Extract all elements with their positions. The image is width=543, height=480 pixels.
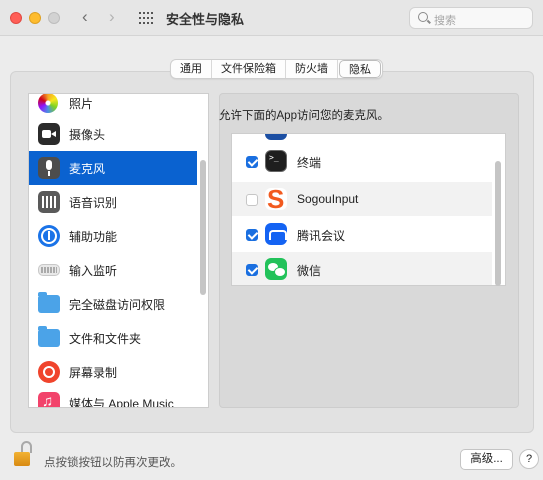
sidebar-item-label: 文件和文件夹: [69, 331, 142, 346]
wechat-icon: [265, 258, 287, 280]
sidebar-item-photos[interactable]: 照片: [29, 94, 197, 120]
partial-app-icon: [265, 134, 287, 140]
app-row-terminal[interactable]: 终端: [232, 144, 492, 178]
sidebar-item-label: 完全磁盘访问权限: [69, 297, 166, 312]
window-title: 安全性与隐私: [166, 12, 245, 27]
permission-description: 允许下面的App访问您的麦克风。: [219, 110, 389, 122]
title-bar: ‹ › 安全性与隐私 搜索: [0, 0, 543, 36]
close-window-button[interactable]: [10, 12, 22, 24]
sidebar-item-label: 摄像头: [69, 127, 106, 142]
camera-icon: [38, 123, 60, 145]
show-all-grid-icon[interactable]: [139, 12, 153, 24]
tab-filevault[interactable]: 文件保险箱: [212, 60, 286, 78]
sidebar-item-accessibility[interactable]: 辅助功能: [29, 219, 197, 253]
screen-recording-icon: [38, 361, 60, 383]
speech-recognition-icon: [38, 191, 60, 213]
sidebar-item-microphone[interactable]: 麦克风: [29, 151, 197, 185]
sidebar-item-label: 屏幕录制: [69, 365, 118, 380]
app-permission-list[interactable]: 终端 SogouInput 腾讯会议 微信: [231, 133, 506, 286]
sidebar-item-camera[interactable]: 摄像头: [29, 117, 197, 151]
search-icon: [418, 12, 428, 22]
music-icon: [38, 392, 60, 407]
accessibility-icon: [38, 225, 60, 247]
app-label: 终端: [297, 156, 322, 170]
lock-message: 点按锁按钮以防再次更改。: [44, 457, 182, 469]
sidebar-item-label: 辅助功能: [69, 229, 118, 244]
sidebar-item-files-and-folders[interactable]: 文件和文件夹: [29, 321, 197, 355]
app-row-wechat[interactable]: 微信: [232, 252, 492, 285]
microphone-icon: [38, 157, 60, 179]
keyboard-icon: [38, 264, 60, 276]
app-checkbox[interactable]: [246, 156, 258, 168]
minimize-window-button[interactable]: [29, 12, 41, 24]
advanced-button[interactable]: 高级...: [460, 449, 513, 470]
tab-privacy[interactable]: 隐私: [339, 60, 381, 78]
tab-general[interactable]: 通用: [171, 60, 212, 78]
tencent-meeting-icon: [265, 223, 287, 245]
sidebar-item-screen-recording[interactable]: 屏幕录制: [29, 355, 197, 389]
zoom-window-button[interactable]: [48, 12, 60, 24]
sidebar-scrollbar[interactable]: [200, 160, 206, 295]
folder-icon: [38, 292, 60, 313]
sidebar-item-speech-recognition[interactable]: 语音识别: [29, 185, 197, 219]
forward-arrow-icon[interactable]: ›: [109, 7, 115, 27]
back-arrow-icon[interactable]: ‹: [82, 7, 88, 27]
sidebar-item-label: 照片: [69, 96, 94, 111]
app-label: 微信: [297, 264, 322, 278]
sogou-icon: [265, 184, 287, 215]
sidebar-item-media-apple-music[interactable]: 媒体与 Apple Music: [29, 386, 197, 408]
app-label: SogouInput: [297, 192, 359, 206]
sidebar-item-label: 麦克风: [69, 161, 106, 176]
app-checkbox[interactable]: [246, 194, 258, 206]
terminal-icon: [265, 150, 287, 172]
folder-icon: [38, 326, 60, 347]
app-checkbox[interactable]: [246, 264, 258, 276]
sidebar-item-full-disk-access[interactable]: 完全磁盘访问权限: [29, 287, 197, 321]
sidebar-item-label: 语音识别: [69, 195, 118, 210]
app-row-tencent-meeting[interactable]: 腾讯会议: [232, 217, 492, 251]
search-field[interactable]: 搜索: [409, 7, 533, 29]
tab-firewall[interactable]: 防火墙: [286, 60, 338, 78]
app-row-sogouinput[interactable]: SogouInput: [232, 182, 492, 216]
sidebar-item-label: 媒体与 Apple Music: [69, 396, 174, 408]
lock-icon[interactable]: [14, 441, 34, 469]
help-button[interactable]: ?: [519, 449, 539, 469]
privacy-category-list[interactable]: 照片 摄像头 麦克风 语音识别 辅助功能 输入监听 完全磁盘访问权限 文件和文件…: [28, 93, 209, 408]
sidebar-item-label: 输入监听: [69, 263, 118, 278]
search-placeholder: 搜索: [434, 15, 456, 27]
tab-bar: 通用 文件保险箱 防火墙 隐私: [170, 59, 383, 79]
app-label: 腾讯会议: [297, 229, 346, 243]
app-checkbox[interactable]: [246, 229, 258, 241]
sidebar-item-input-monitoring[interactable]: 输入监听: [29, 253, 197, 287]
photos-icon: [38, 94, 58, 113]
app-list-scrollbar[interactable]: [495, 161, 501, 286]
